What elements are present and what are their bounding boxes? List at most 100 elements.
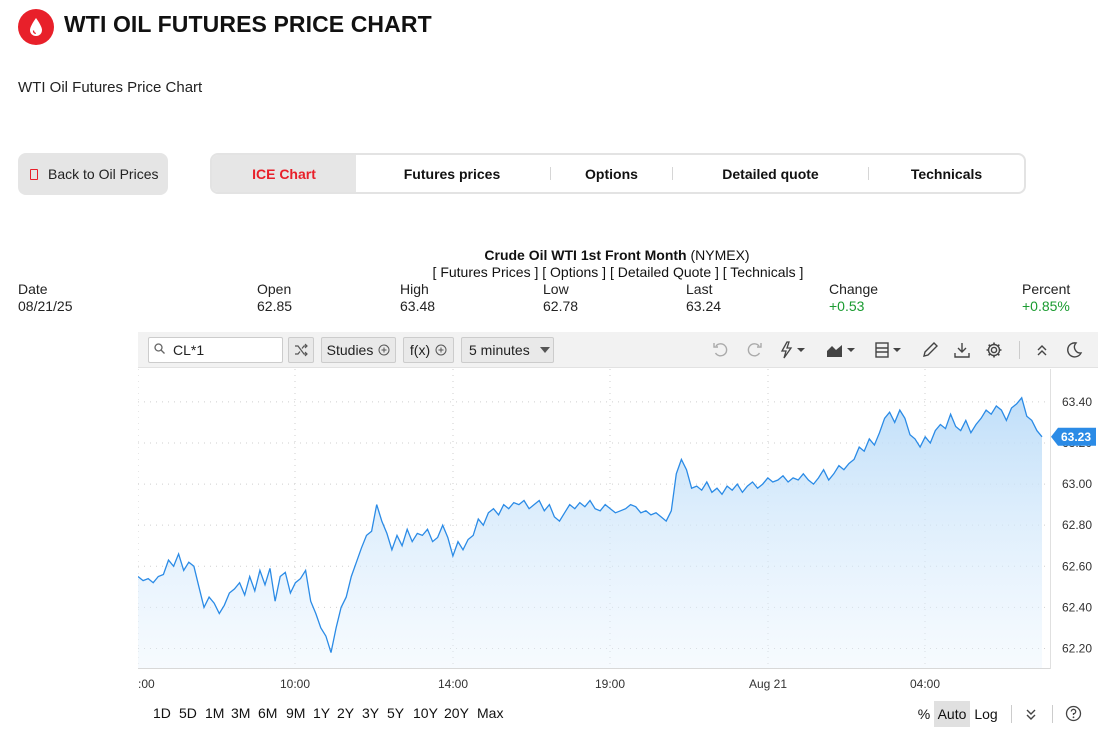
tab-bar: ICE Chart Futures prices Options Detaile… <box>210 153 1026 194</box>
toolbar-divider <box>1019 341 1020 359</box>
add-circle-icon <box>378 344 390 356</box>
quote-label: Change <box>829 281 879 297</box>
range-button-9m[interactable]: 9M <box>286 705 305 721</box>
functions-label: f(x) <box>409 342 431 358</box>
y-tick-label: 62.40 <box>1062 600 1092 614</box>
studies-label: Studies <box>326 342 374 358</box>
range-button-max[interactable]: Max <box>477 705 503 721</box>
quote-last: Last 63.24 <box>686 281 721 315</box>
x-tick-label: 14:00 <box>438 677 468 691</box>
interval-label: 5 minutes <box>469 342 530 358</box>
help-icon[interactable] <box>1065 705 1082 722</box>
back-icon <box>30 168 38 180</box>
chart-links[interactable]: [ Futures Prices ] [ Options ] [ Detaile… <box>0 264 1108 280</box>
auto-scale-button[interactable]: Auto <box>934 701 970 727</box>
quote-value: +0.53 <box>829 298 865 314</box>
brand-logo <box>18 9 54 45</box>
tab-ice-chart[interactable]: ICE Chart <box>212 155 356 192</box>
x-tick-label: Aug 21 <box>749 677 787 691</box>
quote-change: Change +0.53 <box>829 281 878 315</box>
studies-button[interactable]: Studies <box>321 337 396 363</box>
percent-scale-button[interactable]: % <box>914 701 934 727</box>
range-button-1m[interactable]: 1M <box>205 705 224 721</box>
back-button-label: Back to Oil Prices <box>48 166 159 182</box>
functions-button[interactable]: f(x) <box>403 337 454 363</box>
range-button-1y[interactable]: 1Y <box>313 705 330 721</box>
tab-label: ICE Chart <box>252 165 316 182</box>
back-to-oil-prices-button[interactable]: Back to Oil Prices <box>18 153 168 195</box>
page-subtitle: WTI Oil Futures Price Chart <box>18 79 203 96</box>
tab-futures-prices[interactable]: Futures prices <box>356 155 548 192</box>
range-button-6m[interactable]: 6M <box>258 705 277 721</box>
download-icon[interactable] <box>952 340 972 360</box>
quote-label: Date <box>18 281 48 297</box>
range-button-2y[interactable]: 2Y <box>337 705 354 721</box>
collapse-icon[interactable] <box>1032 340 1052 360</box>
quote-open: Open 62.85 <box>257 281 292 315</box>
quote-value: 63.48 <box>400 298 436 314</box>
quote-low: Low 62.78 <box>543 281 578 315</box>
quote-label: High <box>400 281 429 297</box>
x-tick-label: 10:00 <box>280 677 310 691</box>
add-circle-icon <box>435 344 447 356</box>
search-icon <box>154 343 165 354</box>
tab-label: Detailed quote <box>722 165 819 182</box>
expand-down-icon[interactable] <box>1023 706 1039 722</box>
x-tick-label: 04:00 <box>910 677 940 691</box>
quote-label: Open <box>257 281 292 297</box>
page-title: WTI OIL FUTURES PRICE CHART <box>64 11 432 37</box>
tab-technicals[interactable]: Technicals <box>869 155 1024 192</box>
range-button-1d[interactable]: 1D <box>153 705 171 721</box>
price-area-fill <box>138 397 1042 669</box>
compare-button[interactable] <box>288 337 314 363</box>
last-price-label: 63.23 <box>1061 430 1091 444</box>
shuffle-icon <box>295 343 308 357</box>
quote-date: Date 08/21/25 <box>18 281 73 315</box>
redo-icon[interactable] <box>744 340 764 360</box>
quote-high: High 63.48 <box>400 281 435 315</box>
layout-icon[interactable] <box>873 340 905 360</box>
quote-value: 62.78 <box>543 298 579 314</box>
quote-value: 63.24 <box>686 298 722 314</box>
range-button-5y[interactable]: 5Y <box>387 705 404 721</box>
tab-label: Technicals <box>910 165 983 182</box>
range-button-20y[interactable]: 20Y <box>444 705 469 721</box>
quote-label: Low <box>543 281 569 297</box>
quote-value: +0.85% <box>1022 298 1070 314</box>
range-button-3y[interactable]: 3Y <box>362 705 379 721</box>
y-tick-label: 62.20 <box>1062 641 1092 655</box>
interval-select[interactable]: 5 minutes <box>461 337 554 363</box>
range-button-3m[interactable]: 3M <box>231 705 250 721</box>
exchange-name: (NYMEX) <box>690 247 750 263</box>
gear-icon[interactable] <box>984 340 1004 360</box>
undo-icon[interactable] <box>711 340 731 360</box>
area-chart-icon[interactable] <box>825 340 857 360</box>
quote-label: Last <box>686 281 713 297</box>
quote-value: 62.85 <box>257 298 293 314</box>
y-tick-label: 62.60 <box>1062 559 1092 573</box>
tab-detailed-quote[interactable]: Detailed quote <box>673 155 868 192</box>
x-tick-label: :00 <box>138 677 155 691</box>
x-tick-label: 19:00 <box>595 677 625 691</box>
range-button-5d[interactable]: 5D <box>179 705 197 721</box>
instrument-name: Crude Oil WTI 1st Front Month <box>484 247 687 263</box>
last-price-tag: 63.23 <box>1051 427 1096 446</box>
log-scale-button[interactable]: Log <box>970 701 1002 727</box>
y-tick-label: 62.80 <box>1062 518 1092 532</box>
quote-value: 08/21/25 <box>18 298 73 314</box>
quote-percent: Percent +0.85% <box>1022 281 1070 315</box>
bottom-divider <box>1052 705 1053 723</box>
pencil-icon[interactable] <box>920 340 940 360</box>
range-button-10y[interactable]: 10Y <box>413 705 438 721</box>
tab-options[interactable]: Options <box>551 155 672 192</box>
symbol-search-input[interactable] <box>148 337 283 363</box>
price-chart[interactable]: 62.2062.4062.6062.8063.0063.2063.40 :001… <box>138 369 1098 699</box>
chart-toolbar: Studies f(x) 5 minutes <box>138 332 1098 368</box>
moon-icon[interactable] <box>1064 340 1084 360</box>
bottom-divider <box>1011 705 1012 723</box>
y-tick-label: 63.40 <box>1062 395 1092 409</box>
tab-label: Futures prices <box>403 165 501 182</box>
chart-heading: Crude Oil WTI 1st Front Month (NYMEX) <box>63 247 1108 263</box>
lightning-icon[interactable] <box>778 340 808 360</box>
oil-drop-icon <box>30 18 42 36</box>
